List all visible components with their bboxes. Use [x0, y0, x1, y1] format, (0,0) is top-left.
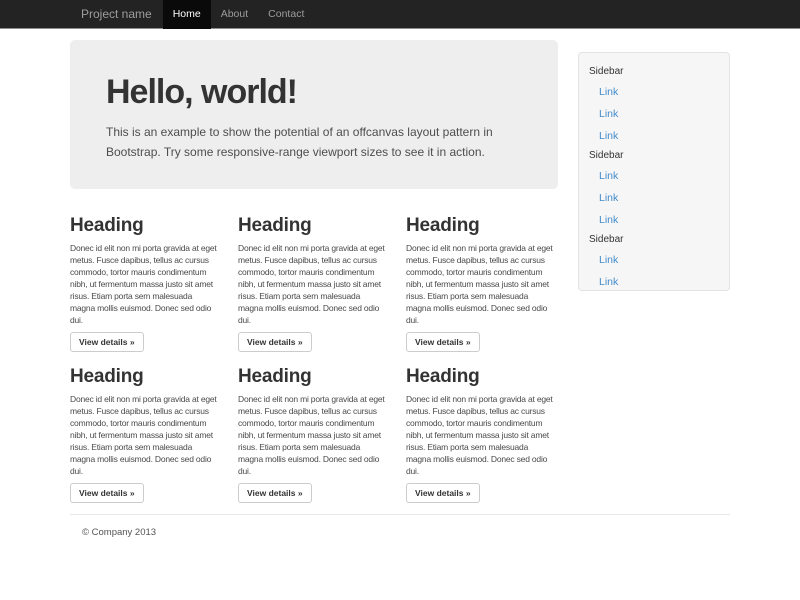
card-heading: Heading	[406, 215, 558, 236]
jumbotron: Hello, world! This is an example to show…	[70, 40, 558, 189]
card-body: Donec id elit non mi porta gravida at eg…	[70, 242, 222, 326]
card-heading: Heading	[70, 215, 222, 236]
card-body: Donec id elit non mi porta gravida at eg…	[70, 393, 222, 477]
sidebar-link[interactable]: Link	[579, 125, 729, 147]
nav-item-home[interactable]: Home	[163, 0, 211, 29]
sidebar-link[interactable]: Link	[579, 249, 729, 271]
view-details-button[interactable]: View details »	[238, 483, 312, 503]
view-details-button[interactable]: View details »	[238, 332, 312, 352]
nav-item-contact[interactable]: Contact	[258, 0, 314, 29]
jumbotron-lead: This is an example to show the potential…	[106, 122, 522, 162]
feature-card: Heading Donec id elit non mi porta gravi…	[70, 352, 222, 503]
sidebar-link[interactable]: Link	[579, 165, 729, 187]
feature-card: Heading Donec id elit non mi porta gravi…	[238, 201, 390, 352]
navbar-menu: Home About Contact	[163, 0, 315, 29]
card-heading: Heading	[238, 366, 390, 387]
sidebar-link[interactable]: Link	[579, 209, 729, 231]
sidebar-well: Sidebar Link Link Link Sidebar Link Link…	[578, 52, 730, 291]
view-details-button[interactable]: View details »	[70, 483, 144, 503]
brand-link[interactable]: Project name	[70, 0, 163, 29]
cards-row-2: Heading Donec id elit non mi porta gravi…	[70, 352, 560, 503]
page-container: Hello, world! This is an example to show…	[70, 40, 730, 550]
navbar-inner: Project name Home About Contact	[70, 0, 730, 29]
view-details-button[interactable]: View details »	[406, 483, 480, 503]
sidebar-link[interactable]: Link	[579, 271, 729, 293]
page-title: Hello, world!	[106, 74, 522, 110]
sidebar-group-title: Sidebar	[579, 147, 729, 165]
navbar: Project name Home About Contact	[0, 0, 800, 29]
card-body: Donec id elit non mi porta gravida at eg…	[406, 242, 558, 326]
view-details-button[interactable]: View details »	[70, 332, 144, 352]
card-body: Donec id elit non mi porta gravida at eg…	[238, 393, 390, 477]
sidebar-link[interactable]: Link	[579, 187, 729, 209]
card-heading: Heading	[406, 366, 558, 387]
feature-card: Heading Donec id elit non mi porta gravi…	[406, 201, 558, 352]
card-body: Donec id elit non mi porta gravida at eg…	[238, 242, 390, 326]
sidebar-group-title: Sidebar	[579, 63, 729, 81]
view-details-button[interactable]: View details »	[406, 332, 480, 352]
nav-link-home[interactable]: Home	[163, 0, 211, 29]
main-column: Hello, world! This is an example to show…	[70, 40, 560, 503]
copyright-text: © Company 2013	[82, 527, 730, 538]
cards-row-1: Heading Donec id elit non mi porta gravi…	[70, 201, 560, 352]
nav-item-about[interactable]: About	[211, 0, 258, 29]
card-heading: Heading	[70, 366, 222, 387]
card-body: Donec id elit non mi porta gravida at eg…	[406, 393, 558, 477]
sidebar-link[interactable]: Link	[579, 81, 729, 103]
feature-card: Heading Donec id elit non mi porta gravi…	[406, 352, 558, 503]
feature-card: Heading Donec id elit non mi porta gravi…	[238, 352, 390, 503]
sidebar-link[interactable]: Link	[579, 103, 729, 125]
nav-link-about[interactable]: About	[211, 0, 258, 29]
feature-card: Heading Donec id elit non mi porta gravi…	[70, 201, 222, 352]
footer: © Company 2013	[70, 514, 730, 550]
card-heading: Heading	[238, 215, 390, 236]
sidebar-group-title: Sidebar	[579, 231, 729, 249]
nav-link-contact[interactable]: Contact	[258, 0, 314, 29]
